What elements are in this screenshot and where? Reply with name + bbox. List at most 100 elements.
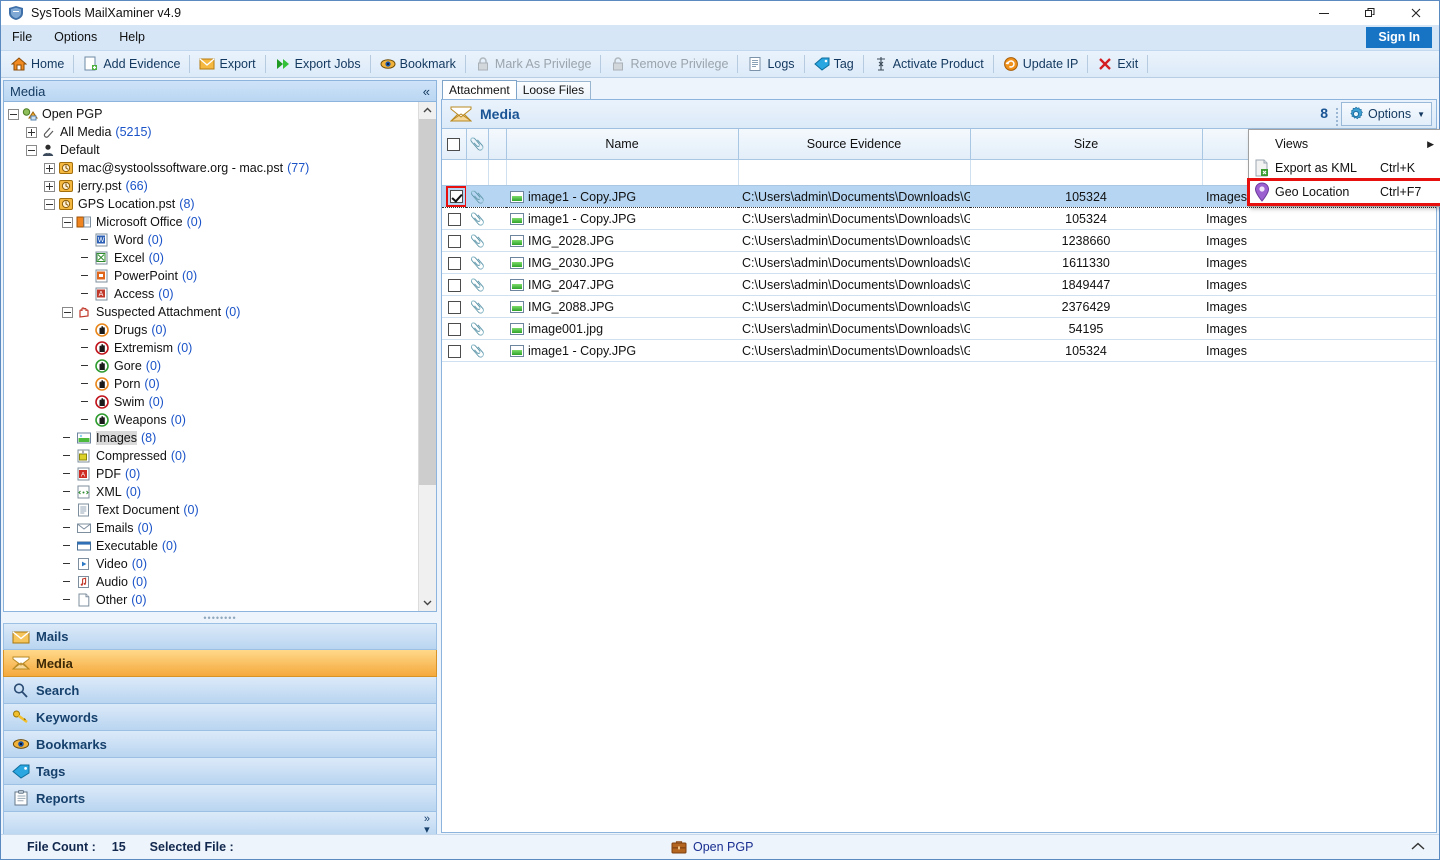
tree-item-all-media[interactable]: All Media (5215) xyxy=(4,123,419,141)
toolbar-activate-product[interactable]: Activate Product xyxy=(867,52,990,76)
tree-item-audio[interactable]: Audio (0) xyxy=(4,573,419,591)
row-checkbox[interactable] xyxy=(447,344,461,358)
close-button[interactable] xyxy=(1393,1,1439,25)
tree-item-powerpoint[interactable]: PowerPoint (0) xyxy=(4,267,419,285)
tree-item-extremism[interactable]: Extremism (0) xyxy=(4,339,419,357)
row-checkbox-cell[interactable] xyxy=(442,317,466,340)
table-row[interactable]: 📎 image1 - Copy.JPG C:\Users\admin\Documen… xyxy=(442,339,1436,362)
nav-item-keywords[interactable]: Keywords xyxy=(3,704,437,731)
tree-item-text-document[interactable]: Text Document (0) xyxy=(4,501,419,519)
menu-file[interactable]: File xyxy=(1,25,43,50)
chevron-up-icon[interactable] xyxy=(1411,840,1425,854)
tree-item-default[interactable]: Default xyxy=(4,141,419,159)
name-column-header[interactable]: Name xyxy=(506,129,739,160)
toolbar-home[interactable]: Home xyxy=(5,52,70,76)
row-checkbox-cell[interactable] xyxy=(442,185,466,208)
double-chevron-left-icon[interactable]: « xyxy=(423,84,430,99)
attachment-column-header[interactable]: 📎 xyxy=(466,129,489,160)
minimize-button[interactable] xyxy=(1301,1,1347,25)
tree-item-emails[interactable]: Emails (0) xyxy=(4,519,419,537)
menu-item-export-as-kml[interactable]: Export as KML Ctrl+K xyxy=(1249,156,1440,180)
toolbar-bookmark[interactable]: Bookmark xyxy=(374,52,462,76)
menu-item-geo-location[interactable]: Geo Location Ctrl+F7 xyxy=(1247,178,1440,206)
nav-item-search[interactable]: Search xyxy=(3,677,437,704)
size-column-header[interactable]: Size xyxy=(970,129,1203,160)
panel-splitter[interactable]: •••••••• xyxy=(3,613,437,623)
row-checkbox-cell[interactable] xyxy=(442,207,466,230)
scroll-down-button[interactable] xyxy=(419,594,436,611)
tab-loose-files[interactable]: Loose Files xyxy=(515,81,592,99)
tree-item-drugs[interactable]: Drugs (0) xyxy=(4,321,419,339)
filter-cell-source[interactable] xyxy=(738,159,971,186)
table-row[interactable]: 📎 image001.jpg C:\Users\admin\Documents\Do… xyxy=(442,317,1436,340)
toolbar-exit[interactable]: Exit xyxy=(1091,52,1144,76)
tab-attachment[interactable]: Attachment xyxy=(442,80,517,99)
row-checkbox[interactable] xyxy=(447,300,461,314)
row-checkbox-cell[interactable] xyxy=(442,229,466,252)
select-all-header[interactable] xyxy=(442,129,467,160)
collapse-minus-icon[interactable] xyxy=(62,216,73,228)
tree-item-open-pgp[interactable]: Open PGP xyxy=(4,105,419,123)
nav-item-reports[interactable]: Reports xyxy=(3,785,437,812)
tree-item-access[interactable]: A Access (0) xyxy=(4,285,419,303)
row-checkbox[interactable] xyxy=(447,234,461,248)
filter-cell-clip[interactable] xyxy=(466,159,489,186)
tree-item-images[interactable]: Images (8) xyxy=(4,429,419,447)
toolbar-add-evidence[interactable]: Add Evidence xyxy=(77,52,186,76)
collapse-minus-icon[interactable] xyxy=(44,198,55,210)
menu-help[interactable]: Help xyxy=(108,25,156,50)
toolbar-export[interactable]: Export xyxy=(193,52,261,76)
source-evidence-column-header[interactable]: Source Evidence xyxy=(738,129,971,160)
expand-plus-icon[interactable] xyxy=(44,162,55,174)
row-checkbox[interactable] xyxy=(447,322,461,336)
expand-plus-icon[interactable] xyxy=(44,180,55,192)
nav-item-tags[interactable]: Tags xyxy=(3,758,437,785)
menu-options[interactable]: Options xyxy=(43,25,108,50)
maximize-restore-button[interactable] xyxy=(1347,1,1393,25)
expand-plus-icon[interactable] xyxy=(26,126,37,138)
collapse-minus-icon[interactable] xyxy=(62,306,73,318)
nav-item-mails[interactable]: Mails xyxy=(3,623,437,650)
toolbar-mark-as-privilege[interactable]: Mark As Privilege xyxy=(469,52,598,76)
evidence-tree[interactable]: Open PGP All Media (5215) Default mac@systoo… xyxy=(4,102,419,611)
icon-column-header[interactable] xyxy=(488,129,507,160)
filter-cell-check[interactable] xyxy=(442,159,467,186)
nav-item-media[interactable]: Media xyxy=(3,650,437,677)
tree-item-compressed[interactable]: Compressed (0) xyxy=(4,447,419,465)
row-checkbox[interactable] xyxy=(447,278,461,292)
tree-item-executable[interactable]: Executable (0) xyxy=(4,537,419,555)
tree-vertical-scrollbar[interactable] xyxy=(418,102,436,611)
filter-cell-size[interactable] xyxy=(970,159,1203,186)
scroll-thumb[interactable] xyxy=(419,119,436,485)
tree-item-excel[interactable]: Excel (0) xyxy=(4,249,419,267)
row-checkbox[interactable] xyxy=(447,212,461,226)
tree-item-video[interactable]: Video (0) xyxy=(4,555,419,573)
row-checkbox[interactable] xyxy=(450,190,463,203)
tree-item-weapons[interactable]: Weapons (0) xyxy=(4,411,419,429)
tree-item-swim[interactable]: Swim (0) xyxy=(4,393,419,411)
row-checkbox-cell[interactable] xyxy=(442,339,466,362)
select-all-checkbox[interactable] xyxy=(447,138,461,152)
table-row[interactable]: 📎 image1 - Copy.JPG C:\Users\admin\Documen… xyxy=(442,207,1436,230)
collapse-minus-icon[interactable] xyxy=(26,144,37,156)
menu-item-views[interactable]: Views ▶ xyxy=(1249,132,1440,156)
tree-item-mac-systoolssoftware-org-mac-pst[interactable]: mac@systoolssoftware.org - mac.pst (77) xyxy=(4,159,419,177)
row-checkbox-cell[interactable] xyxy=(442,251,466,274)
tree-item-xml[interactable]: XML (0) xyxy=(4,483,419,501)
filter-cell-name[interactable] xyxy=(506,159,739,186)
table-row[interactable]: 📎 IMG_2088.JPG C:\Users\admin\Documents\Do… xyxy=(442,295,1436,318)
nav-item-bookmarks[interactable]: Bookmarks xyxy=(3,731,437,758)
tree-item-microsoft-office[interactable]: Microsoft Office (0) xyxy=(4,213,419,231)
collapse-minus-icon[interactable] xyxy=(8,108,19,120)
tree-item-gore[interactable]: Gore (0) xyxy=(4,357,419,375)
scroll-up-button[interactable] xyxy=(419,102,436,119)
toolbar-update-ip[interactable]: Update IP xyxy=(997,52,1085,76)
table-row[interactable]: 📎 IMG_2047.JPG C:\Users\admin\Documents\Do… xyxy=(442,273,1436,296)
toolbar-tag[interactable]: Tag xyxy=(808,52,860,76)
tree-item-pdf[interactable]: A PDF (0) xyxy=(4,465,419,483)
tree-item-other[interactable]: Other (0) xyxy=(4,591,419,609)
row-checkbox[interactable] xyxy=(447,256,461,270)
tree-item-gps-location-pst[interactable]: GPS Location.pst (8) xyxy=(4,195,419,213)
table-row[interactable]: 📎 IMG_2030.JPG C:\Users\admin\Documents\Do… xyxy=(442,251,1436,274)
row-checkbox-cell[interactable] xyxy=(442,273,466,296)
